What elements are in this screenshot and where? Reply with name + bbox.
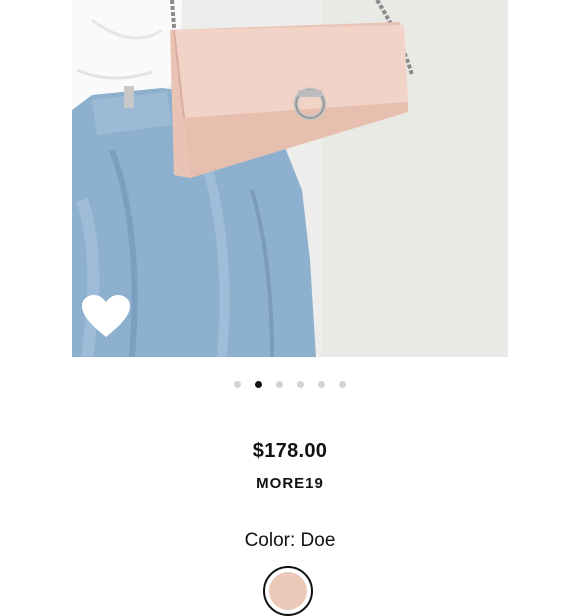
product-price: $178.00 bbox=[252, 440, 328, 462]
color-label: Color: bbox=[244, 530, 296, 551]
color-selection-label: Color: Doe bbox=[0, 530, 580, 552]
gallery-dot[interactable] bbox=[234, 381, 241, 388]
swatch-fill bbox=[269, 572, 307, 610]
wishlist-heart-icon[interactable] bbox=[80, 293, 132, 339]
color-swatch-doe[interactable] bbox=[263, 566, 313, 616]
gallery-dot-active[interactable] bbox=[255, 381, 262, 388]
gallery-pagination bbox=[0, 381, 580, 388]
promo-code: MORE19 bbox=[256, 475, 324, 492]
product-image[interactable] bbox=[72, 0, 508, 357]
gallery-dot[interactable] bbox=[276, 381, 283, 388]
gallery-dot[interactable] bbox=[339, 381, 346, 388]
gallery-dot[interactable] bbox=[318, 381, 325, 388]
gallery-dot[interactable] bbox=[297, 381, 304, 388]
color-value: Doe bbox=[300, 530, 336, 551]
